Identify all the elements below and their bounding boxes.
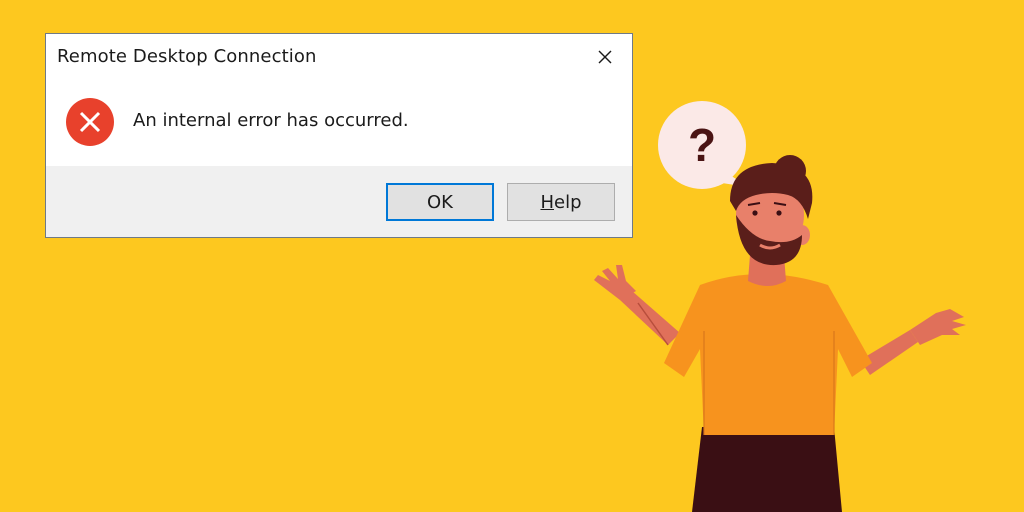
dialog-titlebar: Remote Desktop Connection bbox=[46, 34, 632, 80]
shirt bbox=[664, 274, 872, 435]
close-button[interactable] bbox=[590, 42, 620, 72]
dialog-title: Remote Desktop Connection bbox=[57, 46, 317, 67]
dialog-footer: OK Help bbox=[46, 166, 632, 237]
speech-bubble: ? bbox=[658, 101, 748, 189]
right-arm bbox=[860, 309, 966, 375]
help-button-label: Help bbox=[540, 191, 582, 213]
close-icon bbox=[598, 50, 612, 64]
dialog-content: An internal error has occurred. bbox=[46, 80, 632, 166]
pants bbox=[692, 427, 842, 512]
error-dialog: Remote Desktop Connection An internal er… bbox=[45, 33, 633, 238]
ok-button-label: OK bbox=[427, 191, 453, 213]
head bbox=[730, 155, 813, 266]
scene: Remote Desktop Connection An internal er… bbox=[0, 0, 1024, 512]
error-message: An internal error has occurred. bbox=[133, 110, 409, 131]
left-arm bbox=[594, 265, 680, 346]
confused-man-illustration: ? bbox=[594, 101, 966, 512]
ok-button[interactable]: OK bbox=[386, 183, 494, 221]
question-mark: ? bbox=[688, 119, 716, 171]
error-icon bbox=[66, 98, 114, 146]
